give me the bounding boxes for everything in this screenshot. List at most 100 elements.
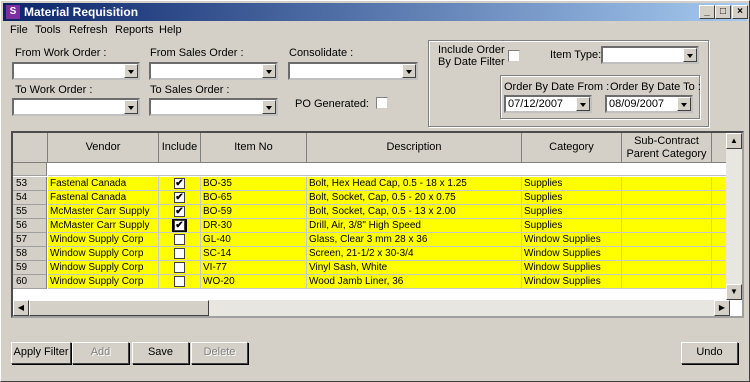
chevron-down-icon[interactable] (677, 97, 691, 111)
chevron-down-icon[interactable] (124, 100, 138, 114)
cell-vendor[interactable]: Window Supply Corp (48, 233, 159, 247)
include-order-by-date-checkbox[interactable] (508, 50, 520, 62)
cell-subcontract-parent-category[interactable] (622, 219, 712, 233)
row-number[interactable]: 54 (13, 191, 47, 205)
column-header-include[interactable]: Include (159, 133, 201, 163)
cell-description[interactable]: Wood Jamb Liner, 36 (307, 275, 522, 289)
row-number[interactable]: 60 (13, 275, 47, 289)
horizontal-scroll-thumb[interactable] (29, 300, 209, 316)
maximize-button[interactable]: □ (715, 5, 731, 19)
cell-description[interactable]: Screen, 21-1/2 x 30-3/4 (307, 247, 522, 261)
row-number[interactable]: 55 (13, 205, 47, 219)
vertical-scrollbar[interactable]: ▲ ▼ (726, 133, 742, 300)
cell-subcontract-parent-category[interactable] (622, 205, 712, 219)
undo-button[interactable]: Undo (681, 342, 738, 364)
column-header-category[interactable]: Category (522, 133, 622, 163)
cell-category[interactable]: Window Supplies (522, 275, 622, 289)
cell-vendor[interactable]: McMaster Carr Supply (48, 219, 159, 233)
cell-item-no[interactable]: BO-59 (201, 205, 307, 219)
chevron-down-icon[interactable] (576, 97, 590, 111)
cell-subcontract-parent-category[interactable] (622, 275, 712, 289)
order-date-to-picker[interactable]: 08/09/2007 (605, 95, 693, 113)
cell-vendor[interactable]: Fastenal Canada (48, 191, 159, 205)
cell-description[interactable]: Vinyl Sash, White (307, 261, 522, 275)
cell-item-no[interactable]: WO-20 (201, 275, 307, 289)
cell-category[interactable]: Supplies (522, 191, 622, 205)
cell-description[interactable]: Bolt, Socket, Cap, 0.5 - 13 x 2.00 (307, 205, 522, 219)
scroll-left-icon[interactable]: ◀ (13, 300, 29, 316)
menu-tools[interactable]: Tools (35, 24, 61, 36)
cell-item-no[interactable]: VI-77 (201, 261, 307, 275)
include-checkbox[interactable]: ✔ (174, 178, 185, 189)
from-work-order-combo[interactable] (12, 62, 140, 80)
horizontal-scrollbar[interactable]: ◀ ▶ (13, 300, 730, 316)
column-header-subcontract-parent-category[interactable]: Sub-Contract Parent Category (622, 133, 712, 163)
cell-item-no[interactable]: DR-30 (201, 219, 307, 233)
chevron-down-icon[interactable] (683, 48, 697, 62)
include-checkbox[interactable] (174, 262, 185, 273)
cell-category[interactable]: Supplies (522, 205, 622, 219)
include-checkbox[interactable]: ✔ (174, 206, 185, 217)
cell-vendor[interactable]: Window Supply Corp (48, 247, 159, 261)
menu-refresh[interactable]: Refresh (69, 24, 108, 36)
cell-item-no[interactable]: BO-65 (201, 191, 307, 205)
include-checkbox[interactable]: ✔ (174, 192, 185, 203)
apply-filter-button[interactable]: Apply Filter (11, 342, 71, 364)
cell-subcontract-parent-category[interactable] (622, 177, 712, 191)
item-type-combo[interactable] (601, 46, 699, 64)
from-sales-order-combo[interactable] (149, 62, 278, 80)
column-header-description[interactable]: Description (307, 133, 522, 163)
cell-include[interactable]: ✔ (159, 205, 201, 219)
scroll-down-icon[interactable]: ▼ (726, 284, 742, 300)
menu-file[interactable]: File (10, 24, 28, 36)
to-work-order-combo[interactable] (12, 98, 140, 116)
cell-vendor[interactable]: Window Supply Corp (48, 275, 159, 289)
cell-include[interactable] (159, 275, 201, 289)
cell-item-no[interactable]: GL-40 (201, 233, 307, 247)
save-button[interactable]: Save (132, 342, 189, 364)
include-checkbox[interactable] (174, 234, 185, 245)
cell-subcontract-parent-category[interactable] (622, 191, 712, 205)
cell-item-no[interactable]: BO-35 (201, 177, 307, 191)
cell-vendor[interactable]: McMaster Carr Supply (48, 205, 159, 219)
chevron-down-icon[interactable] (262, 64, 276, 78)
column-header-item-no[interactable]: Item No (201, 133, 307, 163)
chevron-down-icon[interactable] (402, 64, 416, 78)
cell-include[interactable]: ✔ (159, 219, 201, 233)
row-number[interactable]: 56 (13, 219, 47, 233)
filter-row[interactable] (48, 163, 730, 176)
cell-item-no[interactable]: SC-14 (201, 247, 307, 261)
cell-description[interactable]: Glass, Clear 3 mm 28 x 36 (307, 233, 522, 247)
cell-include[interactable] (159, 247, 201, 261)
scroll-up-icon[interactable]: ▲ (726, 133, 742, 149)
to-sales-order-combo[interactable] (149, 98, 278, 116)
row-number[interactable]: 58 (13, 247, 47, 261)
chevron-down-icon[interactable] (124, 64, 138, 78)
cell-include[interactable]: ✔ (159, 177, 201, 191)
menu-help[interactable]: Help (159, 24, 182, 36)
cell-category[interactable]: Window Supplies (522, 261, 622, 275)
cell-include[interactable] (159, 261, 201, 275)
cell-category[interactable]: Window Supplies (522, 247, 622, 261)
cell-description[interactable]: Bolt, Socket, Cap, 0.5 - 20 x 0.75 (307, 191, 522, 205)
row-number[interactable]: 53 (13, 177, 47, 191)
add-button[interactable]: Add (72, 342, 129, 364)
cell-category[interactable]: Supplies (522, 177, 622, 191)
cell-description[interactable]: Bolt, Hex Head Cap, 0.5 - 18 x 1.25 (307, 177, 522, 191)
cell-include[interactable] (159, 233, 201, 247)
row-number[interactable]: 57 (13, 233, 47, 247)
cell-subcontract-parent-category[interactable] (622, 247, 712, 261)
scroll-right-icon[interactable]: ▶ (714, 300, 730, 316)
cell-subcontract-parent-category[interactable] (622, 261, 712, 275)
include-checkbox[interactable] (174, 248, 185, 259)
requisition-grid[interactable]: Vendor Include Item No Description Categ… (11, 131, 744, 318)
column-header-vendor[interactable]: Vendor (48, 133, 159, 163)
delete-button[interactable]: Delete (191, 342, 248, 364)
cell-description[interactable]: Drill, Air, 3/8" High Speed (307, 219, 522, 233)
consolidate-combo[interactable] (288, 62, 418, 80)
cell-category[interactable]: Window Supplies (522, 233, 622, 247)
po-generated-checkbox[interactable] (376, 97, 388, 109)
cell-subcontract-parent-category[interactable] (622, 233, 712, 247)
chevron-down-icon[interactable] (262, 100, 276, 114)
cell-vendor[interactable]: Window Supply Corp (48, 261, 159, 275)
